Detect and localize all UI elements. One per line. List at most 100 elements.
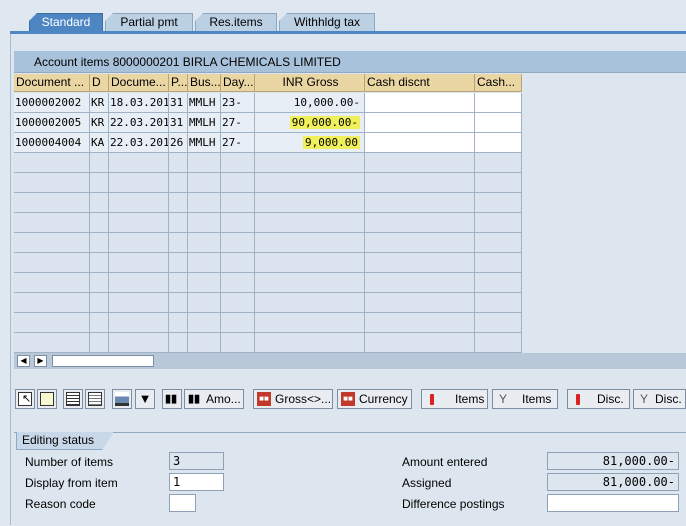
tab-withholding-tax[interactable]: Withhldg tax <box>279 13 375 32</box>
empty-cell <box>475 333 522 353</box>
find-button[interactable]: ▮▮ <box>162 389 182 409</box>
gross-net-label: Gross<>... <box>275 392 332 406</box>
empty-cell <box>188 193 221 213</box>
empty-cell <box>255 253 365 273</box>
scroll-left-icon[interactable]: ◀ <box>17 355 30 367</box>
cash-discount-input[interactable] <box>365 133 475 153</box>
empty-cell <box>90 153 109 173</box>
table-cell-d: KR <box>90 93 109 113</box>
select-cursor-button[interactable]: ↖ <box>15 389 35 409</box>
gross-amount-value: 9,000.00 <box>303 136 360 149</box>
activate-items-label: Items <box>455 392 485 406</box>
deselect-all-icon <box>88 392 102 406</box>
cash-input[interactable] <box>475 93 522 113</box>
activate-items-button[interactable]: Items <box>421 389 488 409</box>
column-header[interactable]: D <box>90 74 109 92</box>
tab-strip: Standard Partial pmt Res.items Withhldg … <box>0 0 686 32</box>
binoculars-icon: ▮▮ <box>188 393 201 405</box>
empty-cell <box>90 213 109 233</box>
reason-code-label: Reason code <box>25 497 96 511</box>
assigned-field: 81,000.00- <box>547 473 679 491</box>
filter-button[interactable]: ▼ <box>135 389 155 409</box>
empty-cell <box>14 153 90 173</box>
select-all-button[interactable] <box>63 389 83 409</box>
column-header[interactable]: Document ... <box>14 74 90 92</box>
column-header[interactable]: INR Gross <box>255 74 365 92</box>
empty-cell <box>365 233 475 253</box>
tab-res-items[interactable]: Res.items <box>195 13 277 32</box>
tab-standard[interactable]: Standard <box>29 13 103 32</box>
find-amount-button[interactable]: ▮▮ Amo... <box>184 389 244 409</box>
deactivate-items-button[interactable]: Y Items <box>492 389 558 409</box>
table-cell-day: 23- <box>221 93 255 113</box>
tab-partial-pmt[interactable]: Partial pmt <box>105 13 193 32</box>
column-header[interactable]: Bus... <box>188 74 221 92</box>
reason-code-field[interactable] <box>169 494 196 512</box>
empty-cell <box>14 193 90 213</box>
empty-cell <box>365 333 475 353</box>
number-of-items-label: Number of items <box>25 455 114 469</box>
empty-cell <box>255 213 365 233</box>
empty-cell <box>475 313 522 333</box>
cash-discount-input[interactable] <box>365 93 475 113</box>
table-cell-p: 31 <box>169 113 188 133</box>
empty-cell <box>14 233 90 253</box>
column-header[interactable]: Cash... <box>475 74 522 92</box>
empty-cell <box>221 253 255 273</box>
deactivate-discount-label: Disc. <box>655 392 682 406</box>
select-block-icon <box>40 392 54 406</box>
empty-cell <box>475 153 522 173</box>
sort-button[interactable] <box>112 389 132 409</box>
empty-cell <box>221 313 255 333</box>
empty-cell <box>169 193 188 213</box>
empty-cell <box>14 253 90 273</box>
empty-cell <box>188 313 221 333</box>
column-header[interactable]: P... <box>169 74 188 92</box>
gross-amount-cell: 10,000.00- <box>255 93 365 113</box>
deactivate-items-icon: Y <box>498 392 507 406</box>
display-from-item-field[interactable]: 1 <box>169 473 224 491</box>
empty-cell <box>14 273 90 293</box>
empty-cell <box>255 193 365 213</box>
gross-net-button[interactable]: ■■ Gross<>... <box>253 389 333 409</box>
empty-cell <box>109 173 169 193</box>
column-header[interactable]: Day... <box>221 74 255 92</box>
cash-input[interactable] <box>475 113 522 133</box>
empty-cell <box>475 253 522 273</box>
table-cell-p: 26 <box>169 133 188 153</box>
gross-amount-value: 90,000.00- <box>289 116 360 129</box>
scroll-right-icon[interactable]: ▶ <box>34 355 47 367</box>
column-header[interactable]: Cash discnt <box>365 74 475 92</box>
empty-cell <box>109 153 169 173</box>
empty-cell <box>475 173 522 193</box>
cash-discount-input[interactable] <box>365 113 475 133</box>
activate-discount-button[interactable]: Disc. <box>567 389 630 409</box>
empty-cell <box>188 293 221 313</box>
empty-cell <box>475 213 522 233</box>
column-header[interactable]: Docume... <box>109 74 169 92</box>
empty-cell <box>14 293 90 313</box>
table-cell-doc: 1000004004 <box>14 133 90 153</box>
calculator-icon: ■■ <box>341 392 355 406</box>
deselect-all-button[interactable] <box>85 389 105 409</box>
deactivate-discount-button[interactable]: Y Disc. <box>633 389 686 409</box>
scroll-thumb[interactable] <box>52 355 154 367</box>
table-title: Account items 8000000201 BIRLA CHEMICALS… <box>14 51 686 73</box>
gross-amount-cell: 9,000.00 <box>255 133 365 153</box>
sort-icon <box>115 392 129 406</box>
horizontal-scrollbar[interactable]: ◀ ▶ <box>14 353 686 369</box>
empty-cell <box>255 233 365 253</box>
empty-cell <box>109 293 169 313</box>
empty-cell <box>365 273 475 293</box>
select-block-button[interactable] <box>37 389 57 409</box>
empty-cell <box>188 213 221 233</box>
empty-cell <box>90 273 109 293</box>
empty-cell <box>365 293 475 313</box>
empty-cell <box>90 253 109 273</box>
empty-cell <box>221 173 255 193</box>
select-all-icon <box>66 392 80 406</box>
cash-input[interactable] <box>475 133 522 153</box>
calculator-icon: ■■ <box>257 392 271 406</box>
currency-button[interactable]: ■■ Currency <box>337 389 412 409</box>
empty-cell <box>169 153 188 173</box>
